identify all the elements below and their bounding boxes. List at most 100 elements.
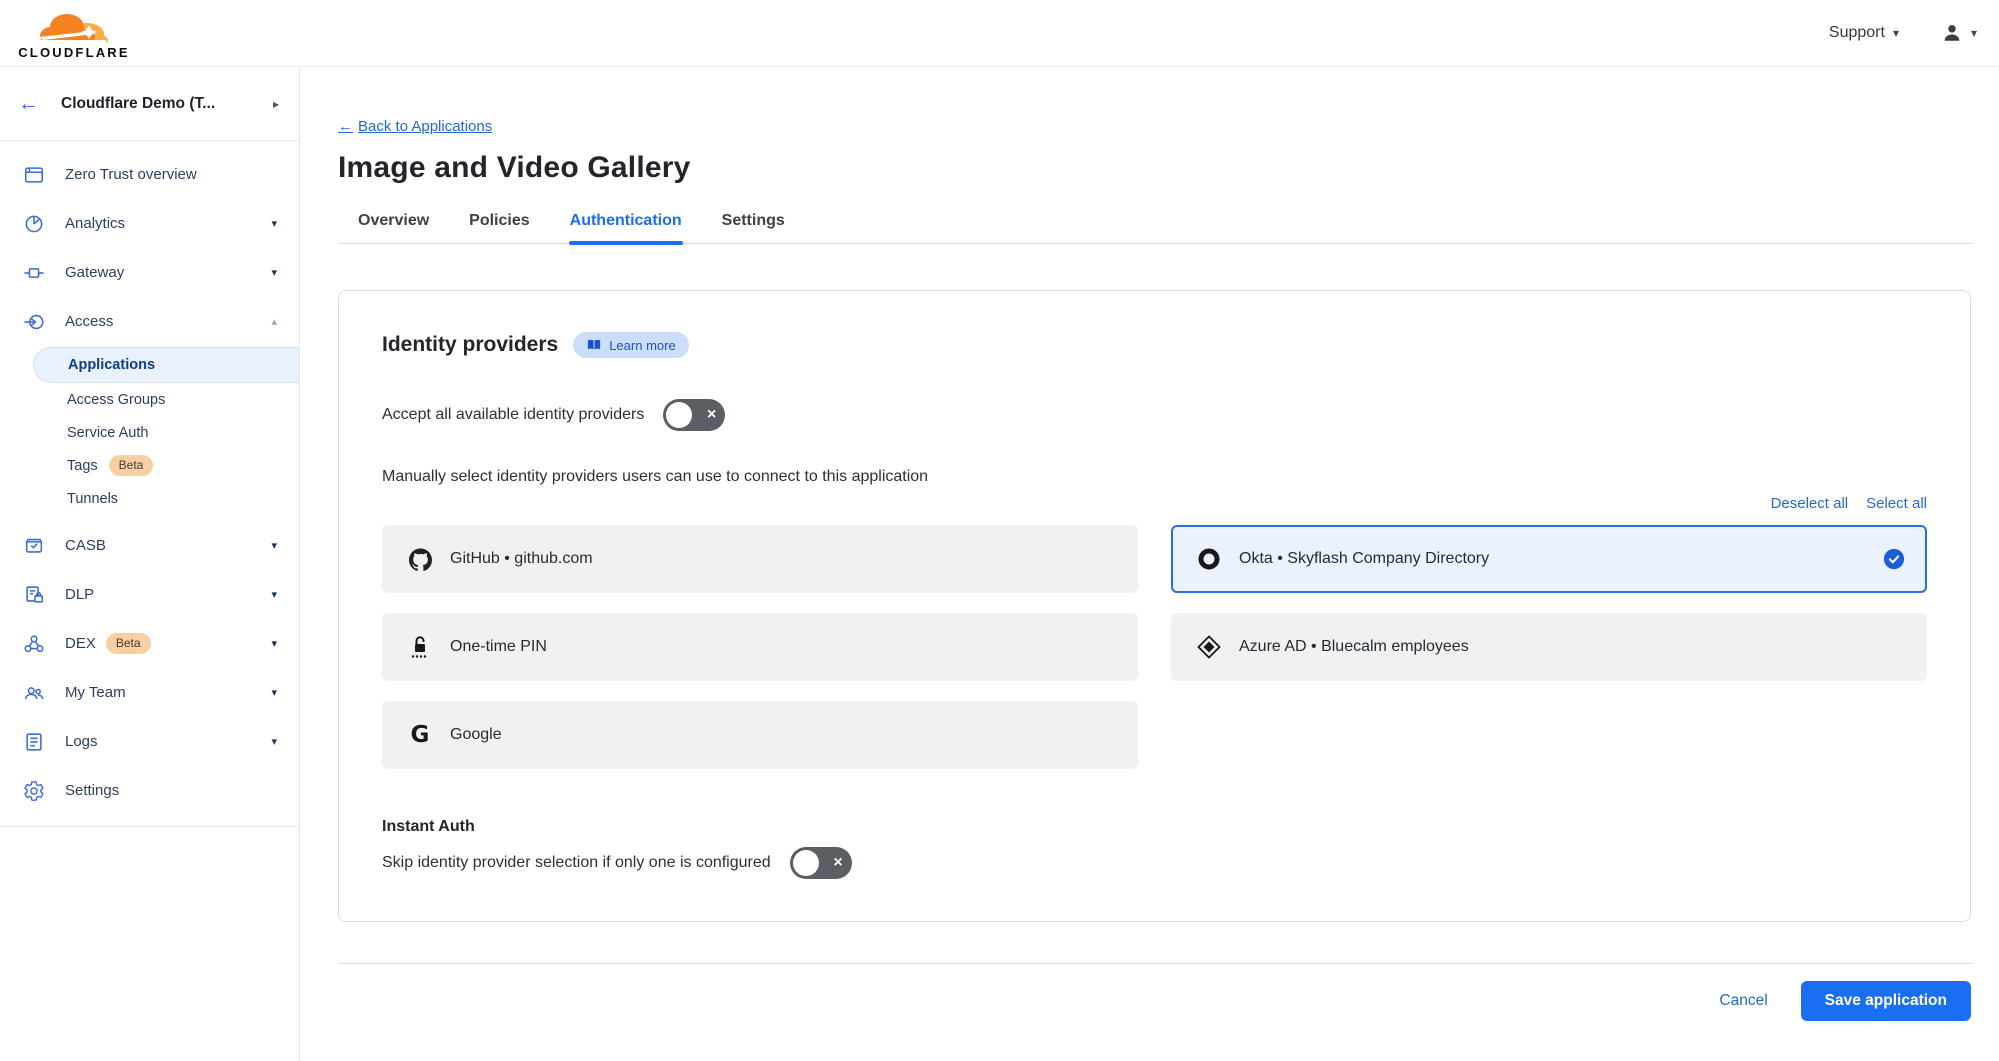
provider-grid: GitHub • github.com Okta • Skyflash Comp… bbox=[382, 525, 1927, 769]
sidebar-item-dex[interactable]: DEX Beta ▾ bbox=[0, 619, 299, 668]
sidebar-item-tags[interactable]: Tags Beta bbox=[0, 449, 299, 482]
dlp-icon bbox=[23, 584, 45, 606]
sidebar-item-dlp[interactable]: DLP ▾ bbox=[0, 570, 299, 619]
sidebar-item-label: Analytics bbox=[65, 215, 271, 232]
provider-label: Okta • Skyflash Company Directory bbox=[1239, 550, 1489, 568]
provider-tile-okta[interactable]: Okta • Skyflash Company Directory bbox=[1171, 525, 1927, 593]
accept-all-label: Accept all available identity providers bbox=[382, 406, 644, 424]
manual-select-label: Manually select identity providers users… bbox=[382, 468, 1927, 486]
support-label: Support bbox=[1829, 24, 1885, 42]
okta-icon bbox=[1196, 547, 1222, 571]
cloudflare-logo[interactable]: CLOUDFLARE bbox=[12, 7, 136, 60]
sidebar: ← Cloudflare Demo (T... ▸ Zero Trust ove… bbox=[0, 67, 300, 1061]
provider-tile-google[interactable]: G Google bbox=[382, 701, 1138, 769]
tab-settings[interactable]: Settings bbox=[721, 212, 786, 243]
chevron-down-icon: ▾ bbox=[271, 539, 277, 552]
provider-label: One-time PIN bbox=[450, 638, 547, 656]
window-icon bbox=[23, 164, 45, 186]
sidebar-item-my-team[interactable]: My Team ▾ bbox=[0, 668, 299, 717]
pie-chart-icon bbox=[23, 213, 45, 235]
sidebar-item-label: Access bbox=[65, 313, 271, 330]
sidebar-item-service-auth[interactable]: Service Auth bbox=[0, 416, 299, 449]
select-all-link[interactable]: Select all bbox=[1866, 495, 1927, 512]
chevron-down-icon: ▾ bbox=[271, 735, 277, 748]
tab-policies[interactable]: Policies bbox=[468, 212, 530, 243]
back-link-label: Back to Applications bbox=[358, 118, 492, 135]
sidebar-item-analytics[interactable]: Analytics ▾ bbox=[0, 199, 299, 248]
arrow-left-icon[interactable]: ← bbox=[18, 92, 39, 116]
cancel-button[interactable]: Cancel bbox=[1719, 992, 1767, 1010]
gear-icon bbox=[23, 780, 45, 802]
sidebar-item-gateway[interactable]: Gateway ▾ bbox=[0, 248, 299, 297]
chevron-down-icon: ▾ bbox=[271, 588, 277, 601]
access-icon bbox=[23, 311, 45, 333]
accept-all-toggle[interactable]: × bbox=[663, 399, 725, 431]
support-menu[interactable]: Support ▾ bbox=[1829, 24, 1899, 42]
identity-providers-card: Identity providers Learn more Accept all… bbox=[338, 290, 1971, 922]
sidebar-subitem-label: Tags bbox=[67, 458, 98, 474]
google-icon: G bbox=[407, 722, 433, 748]
sidebar-item-label: Settings bbox=[65, 782, 277, 799]
instant-auth-toggle[interactable]: × bbox=[790, 847, 852, 879]
footer-bar: Cancel Save application bbox=[338, 963, 1971, 1021]
chevron-up-icon: ▴ bbox=[271, 315, 277, 328]
sidebar-item-tunnels[interactable]: Tunnels bbox=[0, 482, 299, 515]
sidebar-subitem-label: Service Auth bbox=[67, 425, 148, 441]
sidebar-item-applications[interactable]: Applications bbox=[33, 347, 299, 383]
sidebar-item-label: My Team bbox=[65, 684, 271, 701]
sidebar-item-label: DLP bbox=[65, 586, 271, 603]
provider-label: GitHub • github.com bbox=[450, 550, 593, 568]
sidebar-item-label: CASB bbox=[65, 537, 271, 554]
casb-icon bbox=[23, 535, 45, 557]
sidebar-item-access-groups[interactable]: Access Groups bbox=[0, 383, 299, 416]
person-icon bbox=[1941, 22, 1963, 44]
provider-label: Azure AD • Bluecalm employees bbox=[1239, 638, 1469, 656]
account-name: Cloudflare Demo (T... bbox=[61, 95, 273, 113]
sidebar-item-access[interactable]: Access ▴ bbox=[0, 297, 299, 346]
save-application-button[interactable]: Save application bbox=[1801, 981, 1971, 1021]
provider-tile-one-time-pin[interactable]: One-time PIN bbox=[382, 613, 1138, 681]
chevron-down-icon: ▾ bbox=[271, 217, 277, 230]
tab-bar: Overview Policies Authentication Setting… bbox=[338, 212, 1971, 244]
sidebar-item-zero-trust-overview[interactable]: Zero Trust overview bbox=[0, 150, 299, 199]
chevron-down-icon: ▾ bbox=[271, 686, 277, 699]
learn-more-badge[interactable]: Learn more bbox=[573, 332, 688, 358]
tab-authentication[interactable]: Authentication bbox=[569, 212, 683, 243]
toggle-off-x-icon: × bbox=[833, 855, 842, 871]
dex-icon bbox=[23, 633, 45, 655]
provider-tile-github[interactable]: GitHub • github.com bbox=[382, 525, 1138, 593]
tab-overview[interactable]: Overview bbox=[357, 212, 430, 243]
sidebar-item-label: Logs bbox=[65, 733, 271, 750]
team-icon bbox=[23, 682, 45, 704]
identity-providers-heading: Identity providers bbox=[382, 333, 558, 357]
skip-selection-label: Skip identity provider selection if only… bbox=[382, 854, 771, 872]
caret-right-icon: ▸ bbox=[273, 97, 279, 111]
sidebar-item-logs[interactable]: Logs ▾ bbox=[0, 717, 299, 766]
azure-ad-icon bbox=[1196, 635, 1222, 659]
caret-down-icon: ▾ bbox=[1971, 27, 1977, 39]
sidebar-subitem-label: Access Groups bbox=[67, 392, 165, 408]
beta-badge: Beta bbox=[106, 633, 151, 653]
otp-lock-icon bbox=[407, 634, 433, 660]
toggle-knob bbox=[793, 850, 819, 876]
gateway-icon bbox=[23, 262, 45, 284]
beta-badge: Beta bbox=[109, 455, 154, 475]
chevron-down-icon: ▾ bbox=[271, 637, 277, 650]
logs-icon bbox=[23, 731, 45, 753]
back-arrow-icon: ← bbox=[338, 118, 353, 135]
account-switcher[interactable]: ← Cloudflare Demo (T... ▸ bbox=[0, 67, 299, 141]
deselect-all-link[interactable]: Deselect all bbox=[1771, 495, 1849, 512]
cloudflare-cloud-icon bbox=[37, 7, 111, 47]
access-sub-menu: Applications Access Groups Service Auth … bbox=[0, 347, 299, 515]
sidebar-item-casb[interactable]: CASB ▾ bbox=[0, 521, 299, 570]
sidebar-item-settings[interactable]: Settings bbox=[0, 766, 299, 815]
sidebar-item-label: DEX Beta bbox=[65, 633, 271, 653]
top-bar: CLOUDFLARE Support ▾ ▾ bbox=[0, 0, 1999, 67]
provider-label: Google bbox=[450, 726, 502, 744]
caret-down-icon: ▾ bbox=[1893, 27, 1899, 39]
user-menu[interactable]: ▾ bbox=[1941, 22, 1977, 44]
back-to-applications-link[interactable]: ← Back to Applications bbox=[338, 118, 492, 135]
learn-more-label: Learn more bbox=[609, 338, 675, 353]
provider-tile-azure-ad[interactable]: Azure AD • Bluecalm employees bbox=[1171, 613, 1927, 681]
sidebar-divider bbox=[0, 826, 299, 827]
